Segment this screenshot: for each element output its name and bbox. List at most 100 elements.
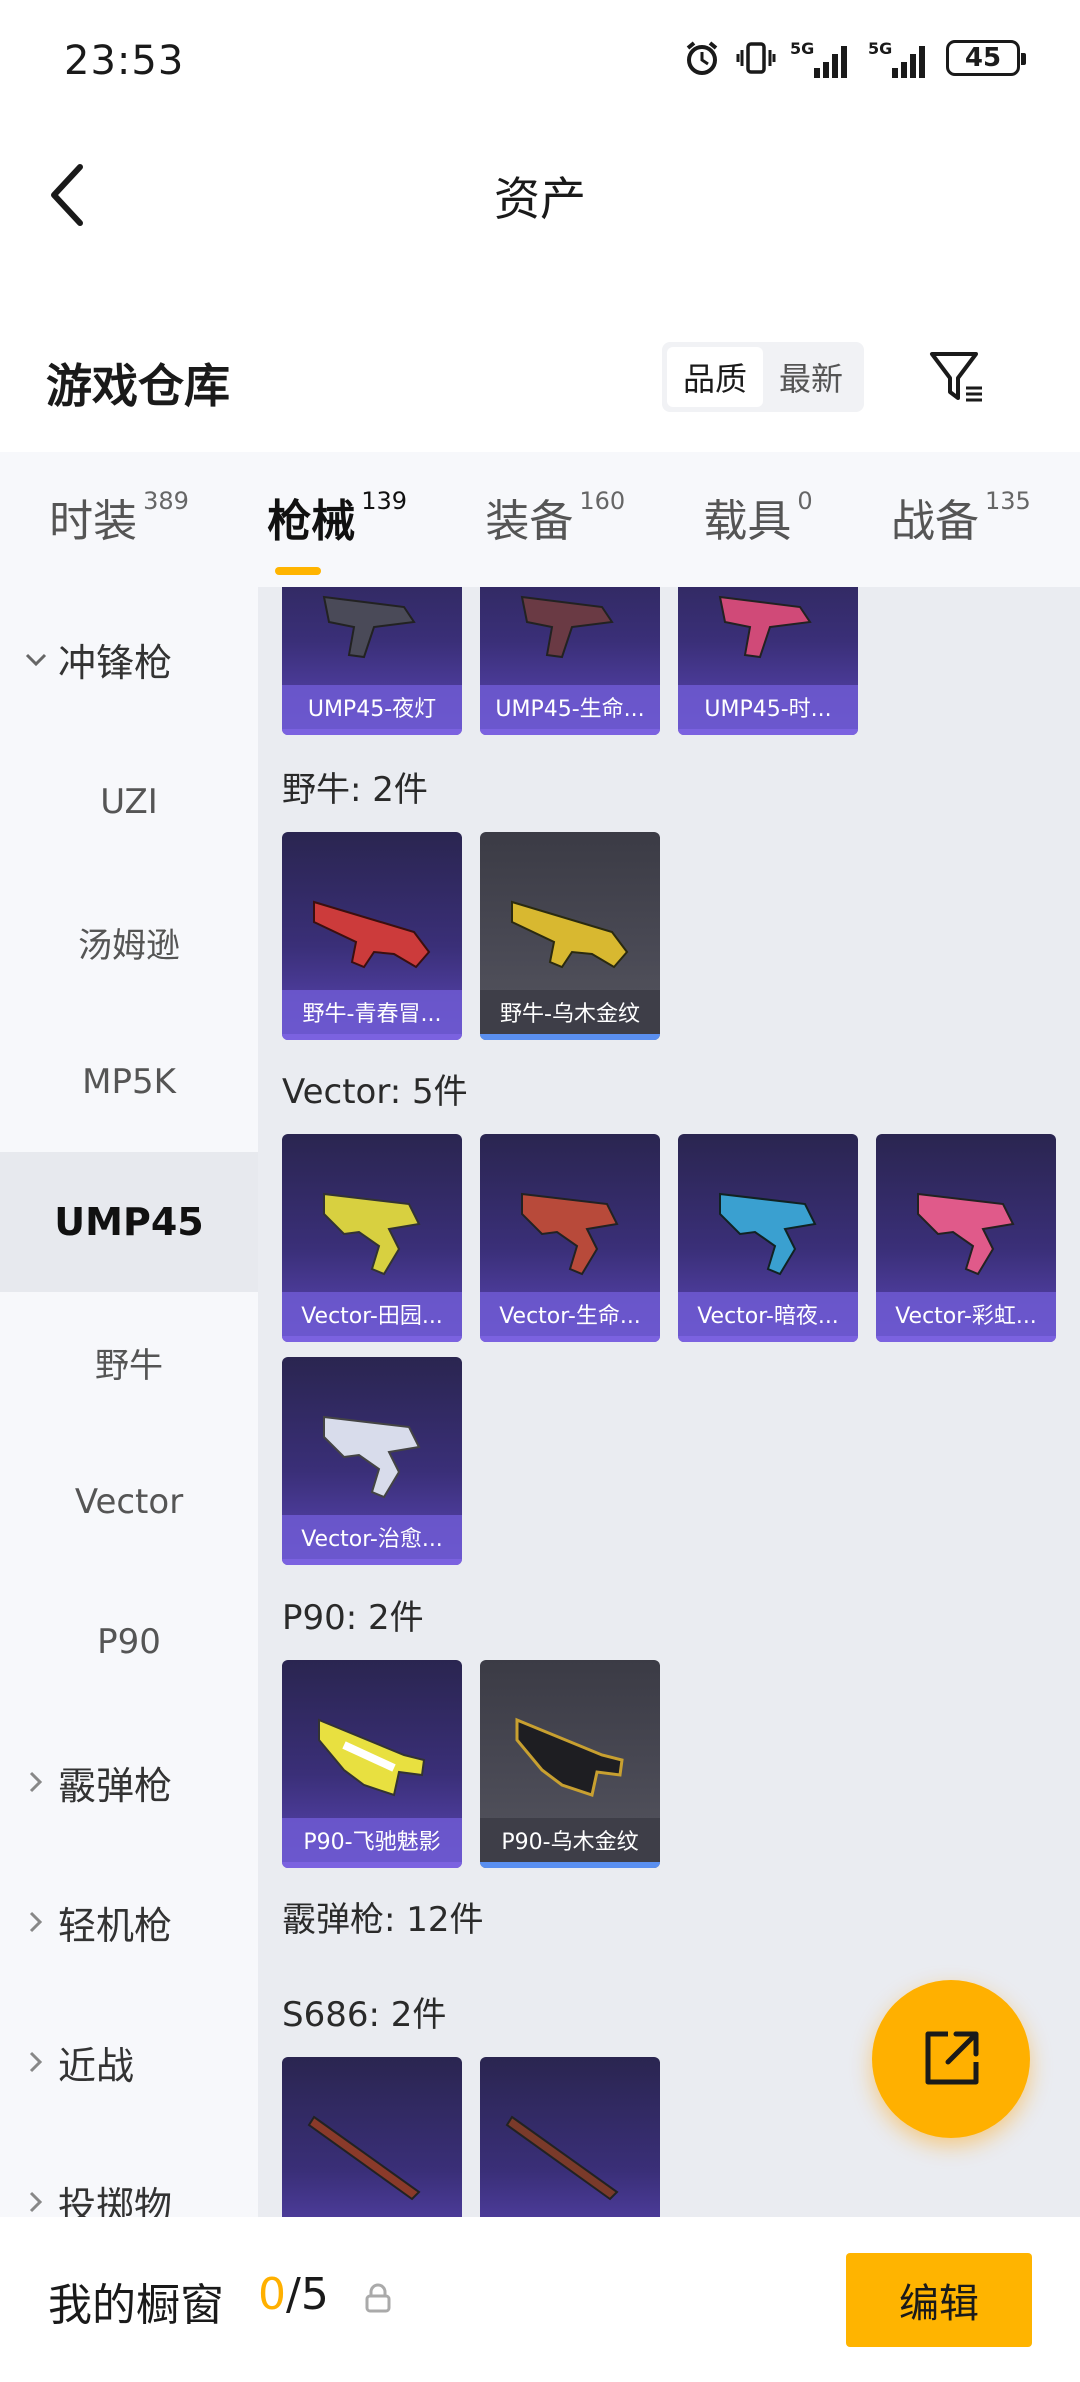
sidebar-item-vector[interactable]: Vector (0, 1432, 258, 1572)
sidebar-item-ump45[interactable]: UMP45 (0, 1152, 258, 1292)
rarity-bar (282, 1559, 462, 1565)
tab-count: 0 (797, 486, 813, 515)
skin-card[interactable] (282, 2057, 462, 2217)
tab-count: 139 (361, 486, 408, 515)
skin-card[interactable] (480, 2057, 660, 2217)
skin-card-label: Vector-田园... (282, 1292, 462, 1336)
sidebar-group-label: 投掷物 (58, 2183, 173, 2218)
title-bar: 资产 (0, 125, 1080, 260)
sort-newest-button[interactable]: 最新 (763, 347, 859, 407)
sidebar-group-label: 霰弹枪 (58, 1763, 173, 1808)
sidebar-group-smg[interactable]: 冲锋枪 (0, 587, 258, 732)
tab-battle-gear[interactable]: 战备 135 (891, 485, 1031, 555)
section-title: P90: 2件 (282, 1598, 424, 1638)
gun-icon (521, 1192, 619, 1276)
tab-label: 枪械 (267, 495, 356, 547)
skin-card-label: 野牛-乌木金纹 (480, 990, 660, 1034)
rarity-bar (678, 1336, 858, 1342)
skin-card[interactable]: 野牛-青春冒... (282, 832, 462, 1040)
sidebar-group-throwables[interactable]: 投掷物 (0, 2132, 258, 2217)
skin-card[interactable]: UMP45-时... (678, 587, 858, 735)
lock-icon (365, 2283, 391, 2313)
tab-label: 载具 (703, 495, 792, 547)
battery-icon: 45 (946, 40, 1026, 76)
section-title: S686: 2件 (282, 1995, 447, 2035)
tab-count: 135 (984, 486, 1031, 515)
gun-icon (323, 1415, 421, 1499)
rarity-bar (282, 1034, 462, 1040)
sidebar-group-label: 轻机枪 (58, 1903, 173, 1948)
tab-label: 时装 (49, 495, 138, 547)
filter-button[interactable] (925, 344, 989, 410)
chevron-right-icon (22, 1911, 50, 1933)
sidebar-item-thompson[interactable]: 汤姆逊 (0, 872, 258, 1012)
skin-card[interactable]: P90-乌木金纹 (480, 1660, 660, 1868)
showcase-bar: 我的橱窗 0/5 编辑 (0, 2217, 1080, 2382)
gun-icon (917, 1192, 1015, 1276)
sort-quality-button[interactable]: 品质 (667, 347, 764, 407)
skin-card[interactable]: Vector-治愈... (282, 1357, 462, 1565)
skin-card[interactable]: UMP45-生命... (480, 587, 660, 735)
category-tabs: 时装 389 枪械 139 装备 160 载具 0 战备 135 (0, 452, 1080, 587)
edit-button[interactable]: 编辑 (846, 2253, 1032, 2347)
tab-guns[interactable]: 枪械 139 (267, 485, 408, 575)
chevron-right-icon (22, 2051, 50, 2073)
skin-card[interactable]: P90-飞驰魅影 (282, 1660, 462, 1868)
sidebar-item-bizon[interactable]: 野牛 (0, 1292, 258, 1432)
gun-icon (318, 1718, 426, 1797)
signal-2-icon: 5G (868, 36, 932, 80)
skin-card[interactable]: UMP45-夜灯 (282, 587, 462, 735)
skin-card[interactable]: Vector-田园... (282, 1134, 462, 1342)
sort-toggle: 品质 最新 (662, 342, 865, 412)
active-tab-indicator (275, 566, 322, 575)
skin-card[interactable]: Vector-生命... (480, 1134, 660, 1342)
skin-card-label: 野牛-青春冒... (282, 990, 462, 1034)
skin-card-label: UMP45-时... (678, 685, 858, 729)
skin-card-label: Vector-彩虹... (876, 1292, 1056, 1336)
gun-icon (511, 900, 629, 969)
skin-card-label: P90-飞驰魅影 (282, 1818, 462, 1862)
sidebar-group-melee[interactable]: 近战 (0, 1992, 258, 2132)
gun-icon (313, 900, 431, 969)
sidebar-item-mp5k[interactable]: MP5K (0, 1012, 258, 1152)
skin-card[interactable]: Vector-暗夜... (678, 1134, 858, 1342)
sidebar-item-p90[interactable]: P90 (0, 1572, 258, 1712)
tab-fashion[interactable]: 时装 389 (49, 485, 189, 555)
weapon-grid: UMP45-夜灯 UMP45-生命... UMP45-时... 野牛: 2件 野… (258, 587, 1080, 2217)
chevron-down-icon (22, 653, 50, 667)
tab-count: 389 (143, 486, 189, 515)
section-title: 野牛: 2件 (282, 770, 428, 810)
skin-card-label: UMP45-夜灯 (282, 685, 462, 729)
alarm-icon (682, 36, 722, 80)
rarity-bar (480, 1862, 660, 1868)
network-1-label: 5G (790, 39, 814, 58)
share-button[interactable] (872, 1980, 1030, 2138)
chevron-right-icon (22, 2191, 50, 2213)
sidebar-group-label: 冲锋枪 (58, 641, 173, 685)
skin-card[interactable]: Vector-彩虹... (876, 1134, 1056, 1342)
gun-icon (307, 2115, 421, 2201)
gun-icon (719, 1192, 817, 1276)
weapon-sidebar: 冲锋枪 UZI 汤姆逊 MP5K UMP45 野牛 Vector P90 霰弹枪… (0, 587, 258, 2217)
tab-count: 160 (579, 486, 626, 515)
showcase-count: 0/5 (258, 2269, 329, 2320)
rarity-bar (282, 1336, 462, 1342)
network-2-label: 5G (868, 39, 892, 58)
showcase-total: /5 (286, 2269, 329, 2320)
tab-vehicles[interactable]: 载具 0 (703, 485, 812, 555)
skin-card-label: Vector-治愈... (282, 1515, 462, 1559)
rarity-bar (480, 1336, 660, 1342)
tab-equipment[interactable]: 装备 160 (485, 485, 625, 555)
rarity-bar (282, 1862, 462, 1868)
status-icons: 5G 5G 45 (682, 36, 1026, 80)
tab-label: 战备 (890, 495, 979, 547)
rarity-bar (876, 1336, 1056, 1342)
skin-card[interactable]: 野牛-乌木金纹 (480, 832, 660, 1040)
sidebar-group-shotgun[interactable]: 霰弹枪 (0, 1712, 258, 1852)
rarity-bar (480, 729, 660, 735)
sidebar-group-lmg[interactable]: 轻机枪 (0, 1852, 258, 1992)
vibrate-icon (736, 36, 776, 80)
skin-card-label: Vector-暗夜... (678, 1292, 858, 1336)
section-title: 霰弹枪: 12件 (282, 1900, 484, 1940)
sidebar-item-uzi[interactable]: UZI (0, 732, 258, 872)
